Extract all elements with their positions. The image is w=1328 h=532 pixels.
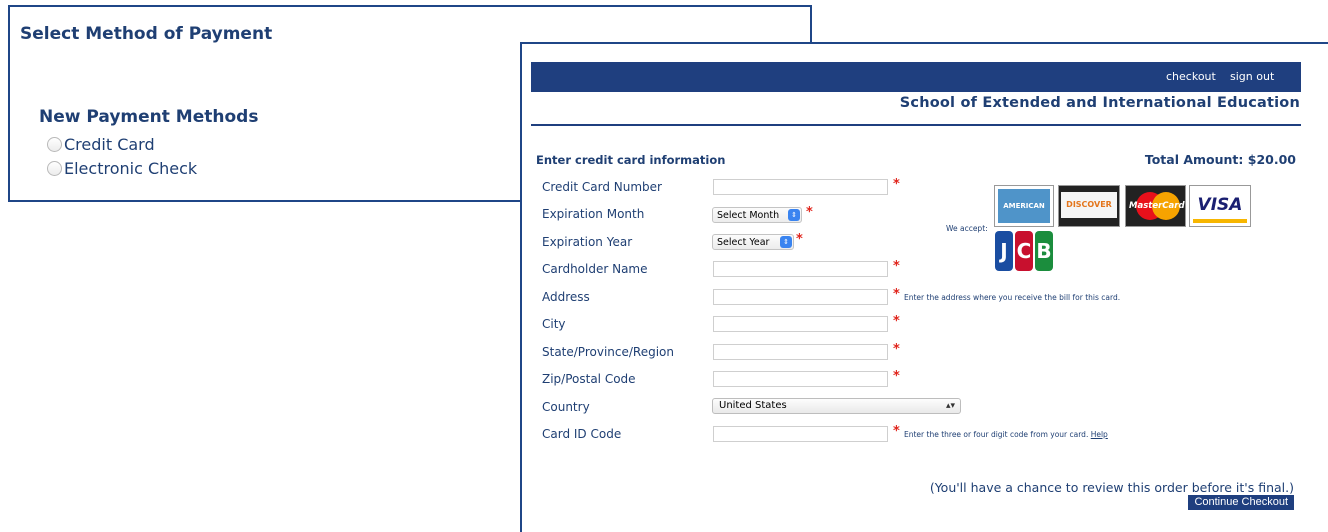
mastercard-logo-text: MasterCard	[1129, 201, 1185, 211]
card-id-label: Card ID Code	[542, 427, 622, 441]
electronic-check-radio[interactable]	[47, 161, 62, 176]
checkout-link[interactable]: checkout	[1166, 70, 1216, 83]
chevron-updown-icon: ⇕	[780, 236, 792, 248]
credit-card-radio[interactable]	[47, 137, 62, 152]
credit-card-option[interactable]: Credit Card	[47, 135, 155, 154]
state-label: State/Province/Region	[542, 345, 674, 359]
electronic-check-label: Electronic Check	[64, 159, 198, 178]
review-note: (You'll have a chance to review this ord…	[929, 480, 1294, 495]
new-payment-methods-heading: New Payment Methods	[39, 107, 259, 127]
required-marker: *	[893, 424, 900, 439]
header-divider	[531, 124, 1301, 126]
credit-card-form-panel: checkout sign out School of Extended and…	[520, 42, 1328, 532]
school-title: School of Extended and International Edu…	[899, 95, 1300, 111]
expiration-month-select[interactable]: Select Month ⇕	[712, 207, 802, 223]
expiration-month-value: Select Month	[717, 209, 780, 221]
cardholder-name-input[interactable]	[713, 261, 888, 277]
sign-out-link[interactable]: sign out	[1230, 70, 1274, 83]
zip-label: Zip/Postal Code	[542, 372, 636, 386]
address-hint: Enter the address where you receive the …	[904, 293, 1121, 302]
electronic-check-option[interactable]: Electronic Check	[47, 159, 197, 178]
required-marker: *	[806, 205, 813, 220]
card-number-input[interactable]	[713, 179, 888, 195]
continue-checkout-button[interactable]: Continue Checkout	[1188, 495, 1294, 510]
jcb-logo-j: J	[995, 231, 1013, 271]
required-marker: *	[796, 232, 803, 247]
visa-logo-text: VISA	[1197, 195, 1243, 215]
address-label: Address	[542, 290, 590, 304]
jcb-logo: J C B	[994, 231, 1054, 271]
city-input[interactable]	[713, 316, 888, 332]
address-input[interactable]	[713, 289, 888, 305]
card-number-label: Credit Card Number	[542, 180, 662, 194]
country-select[interactable]: United States ▴▾	[712, 398, 961, 414]
required-marker: *	[893, 342, 900, 357]
cardholder-name-label: Cardholder Name	[542, 262, 648, 276]
required-marker: *	[893, 369, 900, 384]
expiration-year-label: Expiration Year	[542, 235, 633, 249]
jcb-logo-c: C	[1015, 231, 1033, 271]
state-input[interactable]	[713, 344, 888, 360]
zip-input[interactable]	[713, 371, 888, 387]
we-accept-label: We accept:	[946, 224, 988, 233]
form-heading: Enter credit card information	[536, 153, 726, 167]
card-id-input[interactable]	[713, 426, 888, 442]
credit-card-label: Credit Card	[64, 135, 155, 154]
required-marker: *	[893, 314, 900, 329]
discover-logo-text: DISCOVER	[1061, 192, 1117, 218]
required-marker: *	[893, 259, 900, 274]
required-marker: *	[893, 177, 900, 192]
help-link[interactable]: Help	[1091, 430, 1108, 439]
chevron-updown-icon: ▴▾	[945, 401, 955, 411]
mastercard-logo: MasterCard	[1125, 185, 1186, 227]
country-value: United States	[719, 400, 787, 411]
country-label: Country	[542, 400, 590, 414]
panel-title: Select Method of Payment	[20, 24, 273, 44]
chevron-updown-icon: ⇕	[788, 209, 800, 221]
total-amount: Total Amount: $20.00	[1144, 152, 1296, 167]
expiration-year-value: Select Year	[717, 236, 770, 248]
discover-logo: DISCOVER	[1058, 185, 1120, 227]
required-marker: *	[893, 287, 900, 302]
expiration-month-label: Expiration Month	[542, 207, 645, 221]
city-label: City	[542, 317, 566, 331]
card-id-hint: Enter the three or four digit code from …	[904, 430, 1108, 439]
jcb-logo-b: B	[1035, 231, 1053, 271]
visa-logo: VISA	[1189, 185, 1251, 227]
amex-logo-text: AMERICAN EXPRESS Cards	[998, 189, 1050, 278]
expiration-year-select[interactable]: Select Year ⇕	[712, 234, 794, 250]
top-navigation-bar: checkout sign out	[531, 62, 1301, 92]
amex-logo: AMERICAN EXPRESS Cards	[994, 185, 1054, 278]
card-id-hint-text: Enter the three or four digit code from …	[904, 430, 1089, 439]
